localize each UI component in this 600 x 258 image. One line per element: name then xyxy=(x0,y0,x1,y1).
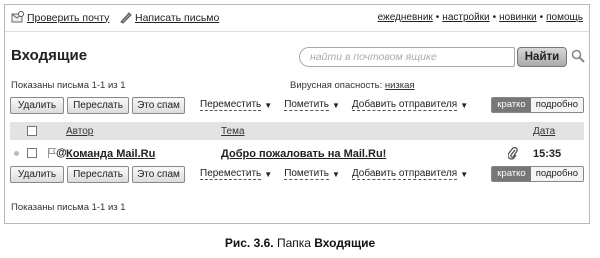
caption-text: Папка xyxy=(276,236,311,250)
select-all-checkbox[interactable] xyxy=(27,126,37,136)
add-sender-dropdown[interactable]: Добавить отправителя ▼ xyxy=(351,99,469,111)
link-settings[interactable]: настройки xyxy=(442,12,489,23)
check-mail-label: Проверить почту xyxy=(27,11,110,24)
view-short-button[interactable]: кратко xyxy=(492,98,531,112)
messages-count-top: Показаны письма 1-1 из 1 xyxy=(11,80,126,91)
view-toggle: кратко подробно xyxy=(491,166,584,182)
link-diary[interactable]: ежедневник xyxy=(378,12,433,23)
virus-label: Вирусная опасность: xyxy=(290,80,383,91)
mark-label: Пометить xyxy=(284,168,329,180)
forward-button[interactable]: Переслать xyxy=(67,165,129,183)
link-news[interactable]: новинки xyxy=(499,12,536,23)
view-toggle: кратко подробно xyxy=(491,97,584,113)
column-subject[interactable]: Тема xyxy=(221,126,245,137)
table-header: Автор Тема Дата xyxy=(10,122,584,140)
move-label: Переместить xyxy=(200,99,262,111)
link-help[interactable]: помощь xyxy=(546,12,583,23)
delete-button[interactable]: Удалить xyxy=(10,165,64,183)
column-date[interactable]: Дата xyxy=(533,126,555,137)
chevron-down-icon: ▼ xyxy=(332,100,340,110)
pen-icon xyxy=(119,11,132,24)
mark-dropdown[interactable]: Пометить ▼ xyxy=(284,168,340,180)
spam-button[interactable]: Это спам xyxy=(132,165,185,183)
chevron-down-icon: ▼ xyxy=(264,169,273,179)
search-icon[interactable] xyxy=(571,49,585,66)
move-label: Переместить xyxy=(200,168,262,180)
chevron-down-icon: ▼ xyxy=(460,100,469,110)
chevron-down-icon: ▼ xyxy=(264,100,273,110)
search-button[interactable]: Найти xyxy=(517,47,567,67)
move-dropdown[interactable]: Переместить ▼ xyxy=(200,168,272,180)
move-dropdown[interactable]: Переместить ▼ xyxy=(200,99,272,111)
chevron-down-icon: ▼ xyxy=(332,169,340,179)
search-input[interactable] xyxy=(300,48,514,66)
add-sender-label: Добавить отправителя xyxy=(351,168,458,180)
message-from[interactable]: Команда Mail.Ru xyxy=(66,148,155,160)
forward-button[interactable]: Переслать xyxy=(67,96,129,114)
mark-dropdown[interactable]: Пометить ▼ xyxy=(284,99,340,111)
toolbar-bottom: Удалить Переслать Это спам Переместить ▼… xyxy=(10,164,584,184)
add-sender-label: Добавить отправителя xyxy=(351,99,458,111)
view-full-button[interactable]: подробно xyxy=(530,167,583,181)
refresh-mail-icon xyxy=(11,11,24,24)
message-subject[interactable]: Добро пожаловать на Mail.Ru! xyxy=(221,148,386,160)
write-letter-label: Написать письмо xyxy=(135,11,220,24)
add-sender-dropdown[interactable]: Добавить отправителя ▼ xyxy=(351,168,469,180)
view-short-button[interactable]: кратко xyxy=(492,167,531,181)
attachment-icon xyxy=(507,146,518,163)
delete-button[interactable]: Удалить xyxy=(10,96,64,114)
link-separator: • xyxy=(435,12,440,23)
figure-caption: Рис. 3.6. Папка Входящие xyxy=(0,236,600,250)
link-separator: • xyxy=(492,12,497,23)
top-bar: Проверить почту Написать письмо ежедневн… xyxy=(5,9,589,27)
top-right-links: ежедневник • настройки • новинки • помощ… xyxy=(378,12,583,23)
spam-button[interactable]: Это спам xyxy=(132,96,185,114)
search-box xyxy=(299,47,515,67)
top-divider xyxy=(5,31,589,32)
column-author[interactable]: Автор xyxy=(66,126,93,137)
virus-status: Вирусная опасность: низкая xyxy=(290,80,415,91)
chevron-down-icon: ▼ xyxy=(460,169,469,179)
message-checkbox[interactable] xyxy=(27,148,37,158)
unread-dot-icon xyxy=(14,151,19,156)
messages-count-bottom: Показаны письма 1-1 из 1 xyxy=(11,202,126,213)
toolbar-top: Удалить Переслать Это спам Переместить ▼… xyxy=(10,95,584,115)
caption-number: Рис. 3.6. xyxy=(224,236,274,250)
message-time: 15:35 xyxy=(533,148,562,160)
table-row[interactable]: @ Команда Mail.Ru Добро пожаловать на Ma… xyxy=(10,144,584,164)
link-separator: • xyxy=(539,12,544,23)
virus-level-link[interactable]: низкая xyxy=(385,80,415,91)
write-letter-link[interactable]: Написать письмо xyxy=(119,11,219,24)
view-full-button[interactable]: подробно xyxy=(530,98,583,112)
check-mail-link[interactable]: Проверить почту xyxy=(11,11,109,24)
caption-folder: Входящие xyxy=(314,236,376,250)
page-title: Входящие xyxy=(11,47,88,64)
mark-label: Пометить xyxy=(284,99,329,111)
mail-window: Проверить почту Написать письмо ежедневн… xyxy=(4,4,590,224)
